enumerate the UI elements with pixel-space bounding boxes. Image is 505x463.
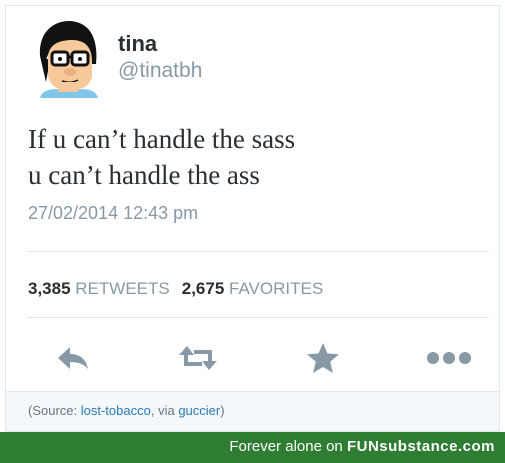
more-button[interactable] [426,340,472,376]
retweet-button[interactable] [178,340,218,376]
retweets-label: RETWEETS [75,279,170,298]
more-icon [427,352,471,364]
display-name[interactable]: tina [118,31,157,57]
tweet-text: If u can’t handle the sass u can’t handl… [28,121,295,193]
tweet-stats: 3,385 RETWEETS 2,675 FAVORITES [28,279,323,299]
via-link[interactable]: guccier [178,403,220,418]
divider [28,251,489,252]
tweet-timestamp[interactable]: 27/02/2014 12:43 pm [28,203,198,224]
favorite-button[interactable] [303,340,343,376]
user-handle[interactable]: @tinatbh [118,59,202,83]
source-prefix: (Source: [28,403,81,418]
source-suffix: ) [220,403,225,418]
divider [28,317,489,318]
cartoon-avatar-icon [32,16,104,98]
site-brand[interactable]: FUNsubstance.com [347,438,495,455]
reply-button[interactable] [53,340,93,376]
tweet-card: tina @tinatbh If u can’t handle the sass… [5,5,500,432]
favorites-count: 2,675 [181,279,225,298]
retweets-count: 3,385 [28,279,71,298]
retweet-icon [179,346,217,370]
footer-text: Forever alone on FUNsubstance.com [229,438,495,455]
source-middle: , via [150,403,179,418]
source-text: (Source: lost-tobacco, via guccier) [28,403,225,418]
favorites-label: FAVORITES [229,279,324,298]
tweet-actions [6,336,499,380]
retweets-stat[interactable]: 3,385 RETWEETS [28,279,170,298]
tweet-text-line: If u can’t handle the sass [28,124,296,154]
favorites-stat[interactable]: 2,675 FAVORITES [182,279,323,298]
source-bar: (Source: lost-tobacco, via guccier) [6,391,499,431]
footer-caption: Forever alone on [229,438,347,455]
tweet-text-line: u can’t handle the ass [28,160,260,190]
avatar[interactable] [32,16,104,98]
reply-icon [58,347,88,369]
footer-banner: Forever alone on FUNsubstance.com [0,432,505,463]
favorite-icon [307,343,339,373]
source-link[interactable]: lost-tobacco [81,403,151,418]
